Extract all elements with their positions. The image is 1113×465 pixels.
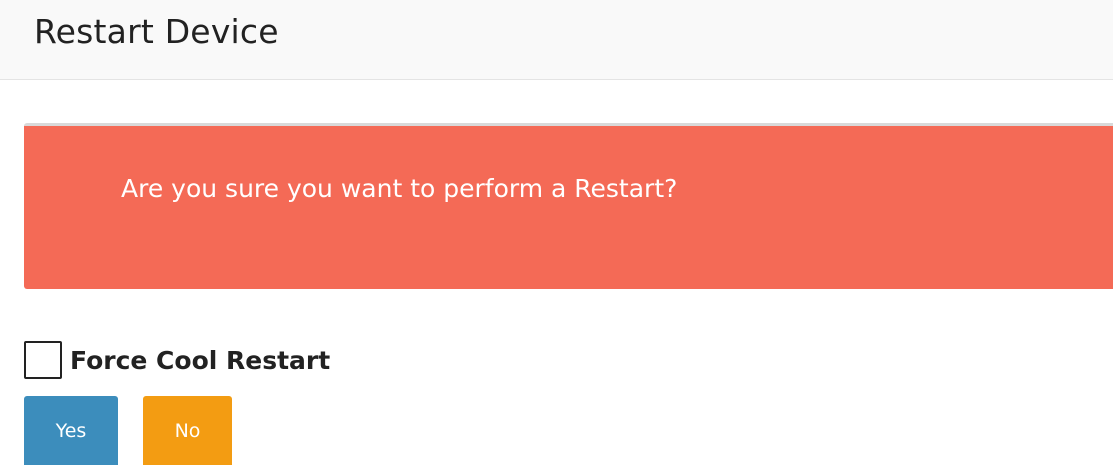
restart-confirmation-alert: Are you sure you want to perform a Resta… [24,123,1113,289]
alert-message: Are you sure you want to perform a Resta… [121,174,678,203]
force-cool-restart-label: Force Cool Restart [70,345,331,375]
page-header: Restart Device [0,0,1113,80]
no-button[interactable]: No [143,396,232,465]
yes-button[interactable]: Yes [24,396,118,465]
page-title: Restart Device [34,12,279,51]
force-cool-restart-checkbox[interactable] [24,341,62,379]
force-cool-restart-option: Force Cool Restart [24,340,330,380]
